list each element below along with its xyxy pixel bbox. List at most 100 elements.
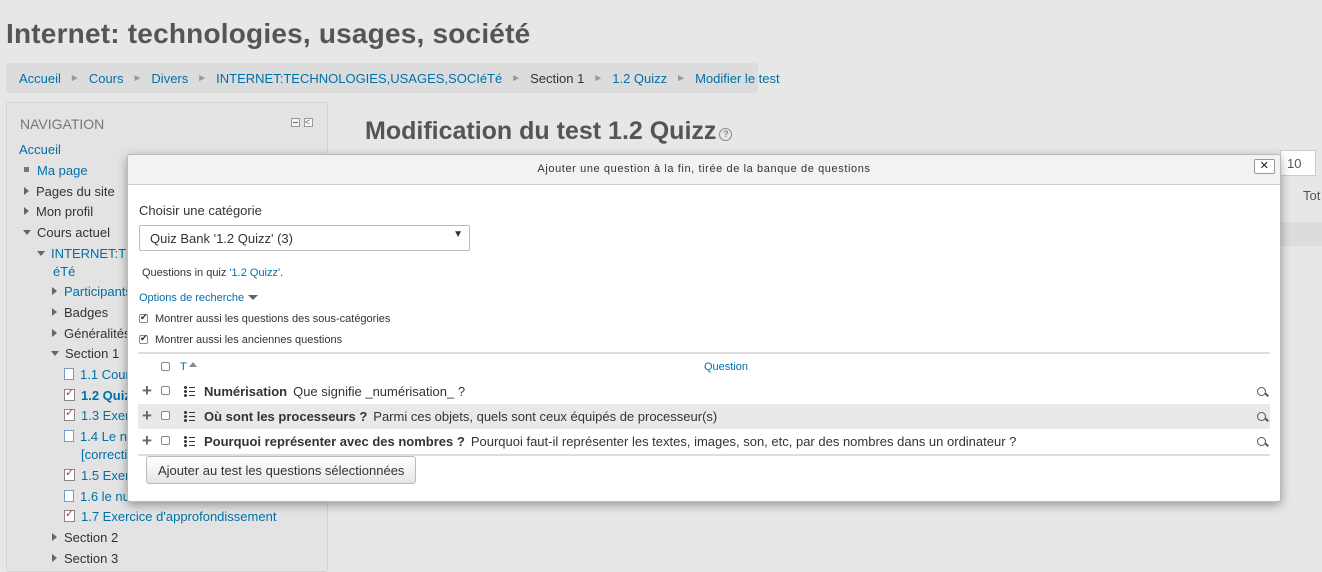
breadcrumb-divers[interactable]: Divers xyxy=(151,71,188,86)
quiz-icon xyxy=(64,507,75,522)
question-text: Où sont les processeurs ? Parmi ces objet… xyxy=(204,409,717,424)
nav-section1[interactable]: Section 1 xyxy=(51,346,119,361)
breadcrumb-separator-icon: ► xyxy=(132,72,143,84)
category-select-value: Quiz Bank '1.2 Quizz' (3) xyxy=(150,231,293,246)
breadcrumb-courses[interactable]: Cours xyxy=(89,71,124,86)
show-subcategories-checkbox[interactable] xyxy=(139,311,148,323)
max-grade-input[interactable]: 10 xyxy=(1280,150,1316,176)
quiz-icon xyxy=(64,406,75,421)
nav-generalites[interactable]: Généralités xyxy=(52,326,130,341)
nav-home[interactable]: Accueil xyxy=(19,142,61,157)
nav-badges[interactable]: Badges xyxy=(52,305,108,320)
collapse-block-icon[interactable] xyxy=(291,118,300,127)
dropdown-arrow-icon: ▼ xyxy=(453,229,463,240)
table-row: + Où sont les processeurs ? Parmi ces obj… xyxy=(138,404,1270,429)
expand-icon xyxy=(52,554,57,562)
preview-icon[interactable] xyxy=(1257,437,1266,446)
page-title: Internet: technologies, usages, société xyxy=(6,18,531,49)
collapse-icon xyxy=(23,230,31,235)
expand-icon xyxy=(24,207,29,215)
question-checkbox[interactable] xyxy=(161,411,170,420)
expand-icon xyxy=(52,329,57,337)
nav-course-link-cont[interactable]: éTé xyxy=(53,264,75,279)
nav-activity[interactable]: 1.7 Exercice d'approfondissement xyxy=(81,509,276,524)
category-select[interactable]: Quiz Bank '1.2 Quizz' (3) ▼ xyxy=(139,225,470,251)
nav-course-link[interactable]: INTERNET:T xyxy=(51,246,126,261)
breadcrumb-separator-icon: ► xyxy=(69,72,80,84)
nav-activity[interactable]: 1.4 Le n xyxy=(80,429,127,444)
total-label: Tot xyxy=(1303,188,1321,203)
page-icon xyxy=(64,490,74,502)
add-icon[interactable]: + xyxy=(142,407,152,424)
multichoice-icon xyxy=(184,411,195,423)
question-text: Numérisation Que signifie _numérisation_ … xyxy=(204,384,465,399)
sort-by-type[interactable]: T xyxy=(180,361,197,373)
main-heading-text: Modification du test 1.2 Quizz xyxy=(365,117,717,145)
nav-section3-label: Section 3 xyxy=(64,551,119,566)
quiz-icon xyxy=(64,386,75,401)
nav-section3[interactable]: Section 3 xyxy=(52,551,118,566)
add-selected-questions-button[interactable]: Ajouter au test les questions sélectionn… xyxy=(146,456,417,484)
show-old-questions-checkbox[interactable] xyxy=(139,332,148,344)
question-name: Où sont les processeurs ? xyxy=(204,409,368,424)
preview-icon[interactable] xyxy=(1257,412,1266,421)
collapse-icon xyxy=(51,351,59,356)
add-icon[interactable]: + xyxy=(142,382,152,399)
question-name: Numérisation xyxy=(204,384,288,399)
chevron-down-icon xyxy=(248,295,259,300)
nav-generalites-label: Généralités xyxy=(64,326,131,341)
breadcrumb-edit-quiz[interactable]: Modifier le test xyxy=(695,71,780,86)
nav-current-course-label: Cours actuel xyxy=(37,225,110,240)
breadcrumb-course[interactable]: INTERNET:TECHNOLOGIES,USAGES,SOCIéTé xyxy=(216,71,502,86)
quiz-icon xyxy=(64,466,75,481)
dialog-header: Ajouter une question à la fin, tirée de … xyxy=(128,155,1280,185)
preview-icon[interactable] xyxy=(1257,387,1266,396)
nav-activity[interactable]: 1.3 Exer xyxy=(81,408,129,423)
question-body: Parmi ces objets, quels sont ceux équipé… xyxy=(373,409,718,424)
close-icon[interactable]: ✕ xyxy=(1254,159,1275,174)
type-column-label: T xyxy=(180,361,187,373)
search-options-toggle[interactable]: Options de recherche xyxy=(139,292,259,304)
add-icon[interactable]: + xyxy=(142,432,152,449)
nav-activity[interactable]: 1.6 le nu xyxy=(80,489,130,504)
nav-section1-label: Section 1 xyxy=(65,346,120,361)
question-body: Pourquoi faut-il représenter les textes,… xyxy=(470,434,1017,449)
dock-block-icon[interactable] xyxy=(304,116,313,128)
question-checkbox[interactable] xyxy=(161,436,170,445)
nav-current-course[interactable]: Cours actuel xyxy=(23,225,110,240)
nav-participants[interactable]: Participants xyxy=(64,284,132,299)
nav-my-page[interactable]: Ma page xyxy=(37,163,88,178)
select-all-checkbox[interactable] xyxy=(161,362,170,371)
questions-in-quiz-link[interactable]: '1.2 Quizz' xyxy=(229,267,280,279)
nav-my-profile[interactable]: Mon profil xyxy=(24,204,93,219)
nav-site-pages-label: Pages du site xyxy=(36,184,115,199)
question-checkbox[interactable] xyxy=(161,386,170,395)
page-icon xyxy=(64,368,74,380)
expand-icon xyxy=(52,287,57,295)
nav-section2[interactable]: Section 2 xyxy=(52,530,118,545)
nav-activity[interactable]: 1.5 Exer xyxy=(81,468,129,483)
questions-in-quiz-suffix: . xyxy=(280,267,284,279)
questions-table: T Question + Numérisation Que signifie _n… xyxy=(138,352,1270,456)
table-row: + Numérisation Que signifie _numérisation… xyxy=(138,379,1270,404)
nav-site-pages[interactable]: Pages du site xyxy=(24,184,115,199)
nav-badges-label: Badges xyxy=(64,305,109,320)
help-icon[interactable]: ? xyxy=(719,128,733,141)
show-old-questions-label: Montrer aussi les anciennes questions xyxy=(155,334,343,346)
breadcrumb-section: Section 1 xyxy=(530,70,585,86)
multichoice-icon xyxy=(184,436,195,448)
table-row: + Pourquoi représenter avec des nombres … xyxy=(138,429,1270,454)
nav-section2-label: Section 2 xyxy=(64,530,119,545)
breadcrumb-separator-icon: ► xyxy=(511,72,522,84)
breadcrumb: Accueil ► Cours ► Divers ► INTERNET:TECH… xyxy=(6,63,780,93)
breadcrumb-separator-icon: ► xyxy=(676,72,687,84)
breadcrumb-quiz[interactable]: 1.2 Quizz xyxy=(612,71,667,86)
question-column-header[interactable]: Question xyxy=(704,361,748,373)
table-header: T Question xyxy=(138,352,1270,379)
questions-in-quiz: Questions in quiz '1.2 Quizz'. xyxy=(142,267,283,279)
show-subcategories-label: Montrer aussi les questions des sous-cat… xyxy=(155,313,391,325)
question-name: Pourquoi représenter avec des nombres ? xyxy=(204,434,465,449)
breadcrumb-home[interactable]: Accueil xyxy=(19,71,61,86)
breadcrumb-separator-icon: ► xyxy=(197,72,208,84)
bullet-icon xyxy=(24,167,29,172)
